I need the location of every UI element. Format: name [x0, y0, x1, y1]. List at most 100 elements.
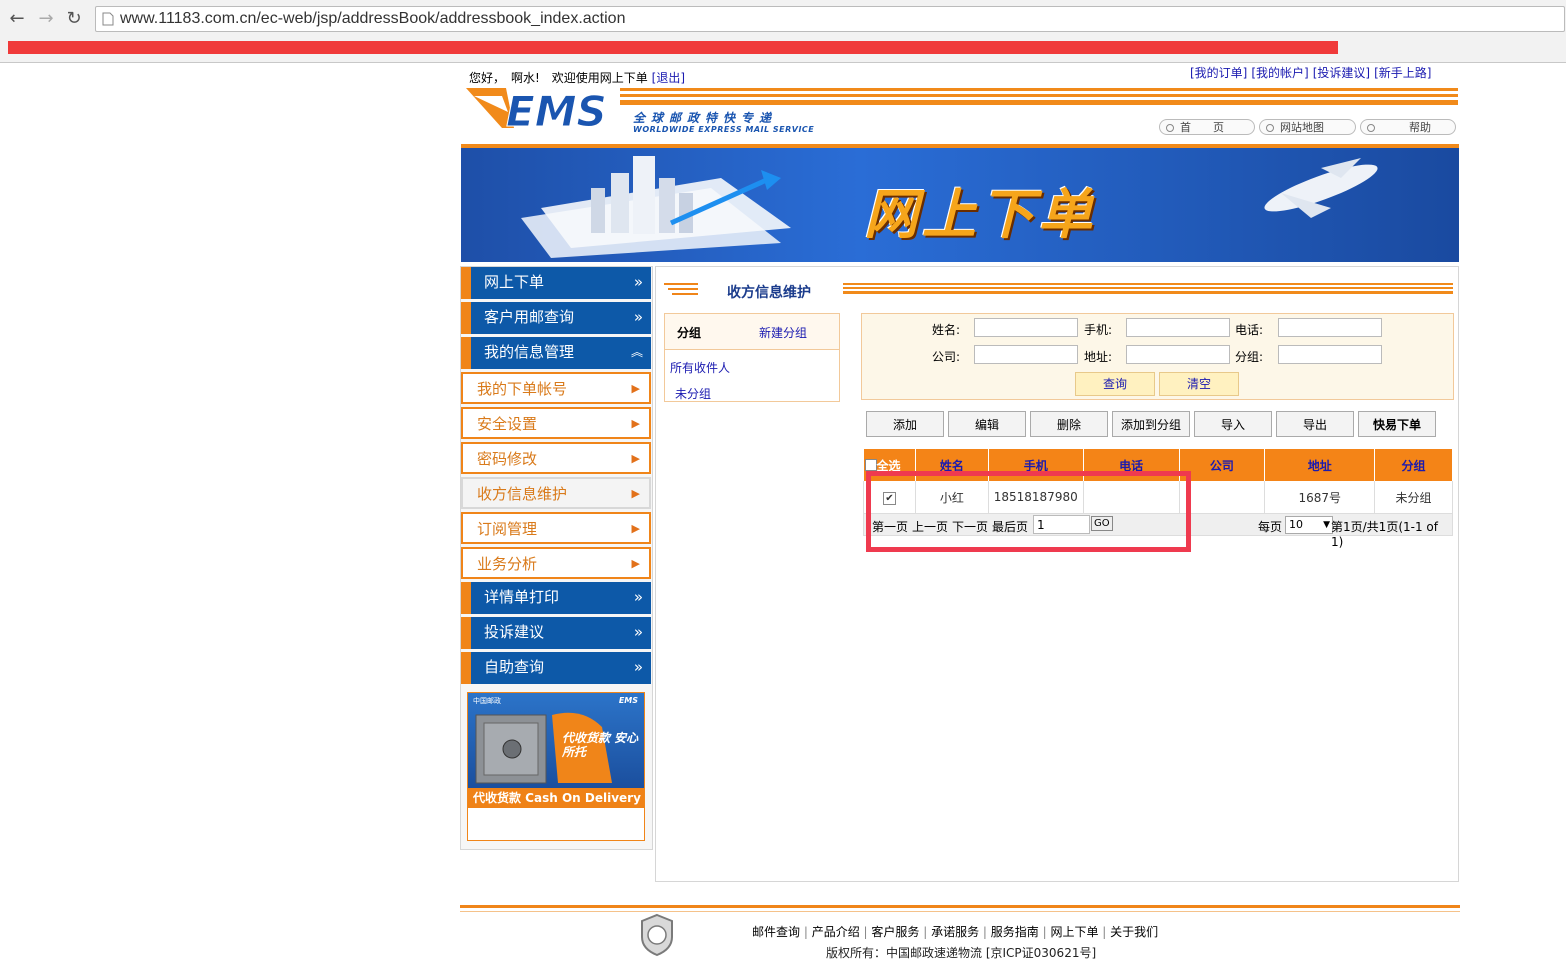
triangle-right-icon: ▶ [631, 487, 640, 500]
ad-slogan: 代收货款 安心所托 [562, 731, 639, 759]
nav-home[interactable]: 首 页 [1159, 119, 1255, 135]
cod-ad[interactable]: 中国邮政 EMS 代收货款 安心所托 代收货款 Cash On Delivery [467, 692, 645, 841]
page-icon [102, 12, 114, 26]
group-header: 分组 [677, 326, 702, 340]
sidebar-item-security[interactable]: 安全设置 ▶ [461, 407, 651, 439]
sidebar-item-mail-query[interactable]: 客户用邮查询 » [461, 302, 651, 334]
sidebar-item-label: 收方信息维护 [477, 485, 568, 503]
ad-brand-ems: EMS [618, 696, 638, 705]
add-to-group-button[interactable]: 添加到分组 [1112, 411, 1190, 437]
police-badge-icon [641, 913, 673, 957]
new-group-link[interactable]: 新建分组 [759, 324, 807, 341]
mobile-input[interactable] [1126, 318, 1230, 337]
select-all-checkbox[interactable] [864, 458, 877, 471]
footer-link-products[interactable]: 产品介绍 [812, 925, 860, 939]
clear-button[interactable]: 清空 [1159, 372, 1239, 396]
group-panel: 分组 新建分组 所有收件人 未分组 [664, 313, 840, 402]
address-input[interactable] [1126, 345, 1230, 364]
sidebar-item-recipient-info[interactable]: 收方信息维护 ▶ [461, 477, 651, 509]
group-input[interactable] [1278, 345, 1382, 364]
delete-button[interactable]: 删除 [1030, 411, 1108, 437]
footer-divider-thin [460, 911, 1460, 912]
sidebar-item-order-account[interactable]: 我的下单帐号 ▶ [461, 372, 651, 404]
bullet-icon [1266, 124, 1274, 132]
column-header-group: 分组 [1374, 449, 1453, 481]
footer-link-online-order[interactable]: 网上下单 [1050, 925, 1098, 939]
footer-link-promise[interactable]: 承诺服务 [931, 925, 979, 939]
ad-brand: 中国邮政 [473, 697, 501, 705]
title-stripes [843, 283, 1453, 295]
footer-link-customer-service[interactable]: 客户服务 [871, 925, 919, 939]
per-page-select[interactable]: 10 ▼ [1285, 516, 1333, 534]
quick-order-button[interactable]: 快易下单 [1358, 411, 1436, 437]
footer-link-about[interactable]: 关于我们 [1110, 925, 1158, 939]
dropdown-arrow-icon: ▼ [1323, 520, 1330, 530]
triangle-right-icon: ▶ [631, 417, 640, 430]
add-button[interactable]: 添加 [866, 411, 944, 437]
name-input[interactable] [974, 318, 1078, 337]
nav-help-label: 帮助 [1409, 121, 1431, 134]
my-orders-link[interactable]: [我的订单] [1190, 66, 1247, 80]
sidebar-item-label: 详情单打印 [484, 588, 560, 606]
forward-icon[interactable]: → [36, 9, 56, 29]
tagline-en: WORLDWIDE EXPRESS MAIL SERVICE [633, 125, 815, 134]
double-chevron-right-icon: » [633, 658, 643, 676]
header-stripes [620, 88, 1458, 108]
back-icon[interactable]: ← [7, 9, 27, 29]
tagline-cn: 全球邮政特快专递 [633, 111, 778, 125]
banner: 网上下单 [461, 148, 1459, 262]
my-account-link[interactable]: [我的帐户] [1251, 66, 1308, 80]
triangle-right-icon: ▶ [631, 557, 640, 570]
name-label: 姓名: [932, 323, 961, 337]
nav-help[interactable]: 帮助 [1360, 119, 1456, 135]
sidebar-item-password[interactable]: 密码修改 ▶ [461, 442, 651, 474]
double-chevron-right-icon: » [633, 623, 643, 641]
import-button[interactable]: 导入 [1194, 411, 1272, 437]
per-page-label: 每页 [1258, 520, 1283, 534]
mobile-label: 手机: [1084, 323, 1113, 337]
logo-text: EMS [506, 87, 607, 134]
sidebar-item-self-service[interactable]: 自助查询 » [461, 652, 651, 684]
double-chevron-right-icon: » [633, 588, 643, 606]
top-links: [我的订单] [我的帐户] [投诉建议] [新手上路] [1190, 64, 1436, 81]
sidebar-item-label: 订阅管理 [477, 520, 538, 538]
sidebar-item-label: 网上下单 [484, 273, 545, 291]
nav-sitemap[interactable]: 网站地图 [1259, 119, 1356, 135]
group-label: 分组: [1235, 350, 1264, 364]
title-stripes-icon [664, 283, 698, 295]
cell-group: 未分组 [1374, 481, 1453, 514]
cell-company [1179, 481, 1266, 514]
ad-image: 中国邮政 EMS 代收货款 安心所托 [468, 693, 644, 788]
ems-logo: EMS [466, 82, 626, 137]
edit-button[interactable]: 编辑 [948, 411, 1026, 437]
beginner-link[interactable]: [新手上路] [1374, 66, 1431, 80]
bullet-icon [1166, 124, 1174, 132]
complaint-link[interactable]: [投诉建议] [1313, 66, 1370, 80]
sidebar-item-complaint[interactable]: 投诉建议 » [461, 617, 651, 649]
sidebar-item-label: 我的信息管理 [484, 343, 575, 361]
export-button[interactable]: 导出 [1276, 411, 1354, 437]
company-input[interactable] [974, 345, 1078, 364]
phone-input[interactable] [1278, 318, 1382, 337]
sidebar-item-analysis[interactable]: 业务分析 ▶ [461, 547, 651, 579]
column-header-address: 地址 [1264, 449, 1376, 481]
footer-links: 邮件查询 | 产品介绍 | 客户服务 | 承诺服务 | 服务指南 | 网上下单 … [752, 925, 1159, 939]
group-all-recipients[interactable]: 所有收件人 [670, 359, 730, 376]
sidebar-item-label: 业务分析 [477, 555, 538, 573]
company-label: 公司: [932, 350, 961, 364]
address-bar[interactable]: www.11183.com.cn/ec-web/jsp/addressBook/… [95, 6, 1565, 32]
query-button[interactable]: 查询 [1075, 372, 1155, 396]
sidebar-item-subscription[interactable]: 订阅管理 ▶ [461, 512, 651, 544]
sidebar-item-online-order[interactable]: 网上下单 » [461, 267, 651, 299]
nav-home-label: 首 页 [1180, 121, 1224, 134]
sidebar-item-label: 客户用邮查询 [484, 308, 575, 326]
sidebar-item-label: 我的下单帐号 [477, 380, 568, 398]
sidebar-item-my-info[interactable]: 我的信息管理 ︽ [461, 337, 651, 369]
group-ungrouped[interactable]: 未分组 [675, 385, 711, 402]
footer-link-guide[interactable]: 服务指南 [991, 925, 1039, 939]
reload-icon[interactable]: ↻ [64, 9, 84, 29]
footer-link-mail-query[interactable]: 邮件查询 [752, 925, 800, 939]
logout-link[interactable]: [退出] [652, 71, 685, 85]
triangle-right-icon: ▶ [631, 452, 640, 465]
sidebar-item-print[interactable]: 详情单打印 » [461, 582, 651, 614]
